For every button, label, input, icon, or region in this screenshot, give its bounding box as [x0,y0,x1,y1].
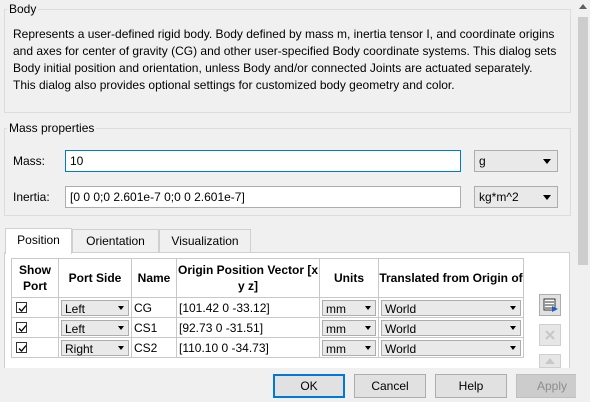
tab-visualization[interactable]: Visualization [159,229,251,252]
show-port-checkbox[interactable] [16,322,27,333]
translated-select[interactable]: World [381,299,521,316]
name-cell: CS2 [131,337,177,358]
inertia-unit-value: kg*m^2 [479,190,519,204]
mass-field[interactable]: 10 [65,150,461,172]
mass-label: Mass: [13,154,46,168]
position-table: Show Port Port Side Name Origin Position… [11,258,524,358]
chevron-down-icon [365,345,371,350]
arrow-up-icon [545,358,555,364]
show-port-checkbox[interactable] [16,302,27,313]
add-row-button[interactable] [539,294,561,316]
table-row: Left CG [101.42 0 -33.12] mm World [11,297,524,318]
body-description: Represents a user-defined rigid body. Bo… [13,27,557,92]
port-side-select[interactable]: Right [61,339,129,356]
scrollbar-thumb[interactable] [578,17,588,265]
port-side-select[interactable]: Left [61,319,129,336]
checkmark-icon [18,305,27,312]
show-port-cell [11,337,59,358]
ok-button[interactable]: OK [273,374,345,398]
port-side-cell: Right [58,337,132,358]
units-select[interactable]: mm [322,339,376,356]
chevron-down-icon [510,345,516,350]
units-select[interactable]: mm [322,319,376,336]
chevron-down-icon [543,159,551,164]
header-port-side: Port Side [58,258,132,298]
origin-cell[interactable]: [101.42 0 -33.12] [176,297,320,318]
units-select[interactable]: mm [322,299,376,316]
checkmark-icon [18,325,27,332]
translated-cell: World [378,317,524,338]
show-port-checkbox[interactable] [16,342,27,353]
checkmark-icon [18,345,27,352]
add-row-icon [543,298,558,312]
table-row: Right CS2 [110.10 0 -34.73] mm World [11,337,524,358]
origin-cell[interactable]: [110.10 0 -34.73] [176,337,320,358]
show-port-cell [11,297,59,318]
body-group-title: Body [9,2,37,16]
translated-cell: World [378,297,524,318]
move-up-button[interactable] [539,354,561,368]
delete-icon [545,330,555,340]
chevron-down-icon [510,325,516,330]
chevron-down-icon [118,345,124,350]
chevron-down-icon [118,325,124,330]
inertia-field[interactable]: [0 0 0;0 2.601e-7 0;0 0 2.601e-7] [65,186,461,208]
translated-select[interactable]: World [381,339,521,356]
chevron-down-icon [118,305,124,310]
name-cell: CS1 [131,317,177,338]
chevron-down-icon [543,195,551,200]
show-port-cell [11,317,59,338]
origin-cell[interactable]: [92.73 0 -31.51] [176,317,320,338]
inertia-unit-select[interactable]: kg*m^2 [474,186,558,208]
chevron-down-icon [365,325,371,330]
translated-select[interactable]: World [381,319,521,336]
chevron-down-icon [510,305,516,310]
mass-unit-value: g [479,154,486,168]
scroll-up-arrow-icon[interactable] [576,0,590,14]
name-cell: CG [131,297,177,318]
mass-properties-title: Mass properties [9,121,95,135]
translated-cell: World [378,337,524,358]
header-name: Name [131,258,177,298]
cancel-button[interactable]: Cancel [354,374,426,398]
inertia-label: Inertia: [13,190,50,204]
tab-orientation[interactable]: Orientation [72,229,159,252]
header-show-port: Show Port [11,258,59,298]
units-cell: mm [319,337,379,358]
chevron-down-icon [365,305,371,310]
units-cell: mm [319,297,379,318]
mass-unit-select[interactable]: g [474,150,558,172]
delete-row-button[interactable] [539,324,561,346]
port-side-cell: Left [58,317,132,338]
header-origin-position: Origin Position Vector [x y z] [176,258,320,298]
port-side-select[interactable]: Left [61,299,129,316]
header-units: Units [319,258,379,298]
header-translated-from: Translated from Origin of [378,258,524,298]
help-button[interactable]: Help [435,374,507,398]
tab-position[interactable]: Position [5,228,72,254]
units-cell: mm [319,317,379,338]
port-side-cell: Left [58,297,132,318]
table-row: Left CS1 [92.73 0 -31.51] mm World [11,317,524,338]
